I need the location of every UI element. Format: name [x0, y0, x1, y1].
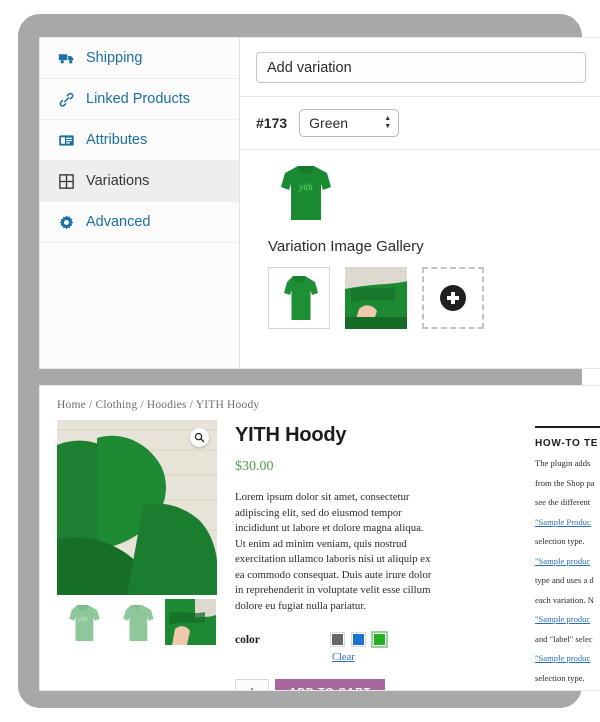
variation-main-image[interactable]: yith [276, 160, 336, 226]
chevron-updown-icon: ▲▼ [384, 116, 391, 130]
sidebar-item-linked-products[interactable]: Linked Products [40, 79, 239, 120]
color-attribute-label: color [235, 632, 330, 646]
sidebar-item-variations[interactable]: Variations [40, 161, 239, 202]
divider [535, 426, 600, 428]
color-swatches [330, 632, 387, 647]
magnifier-icon[interactable] [190, 428, 209, 447]
variation-attribute-value: Green [309, 115, 348, 131]
sample-product-link[interactable]: "Sample produc [535, 556, 590, 566]
svg-text:yith: yith [298, 182, 313, 192]
product-description: Lorem ipsum dolor sit amet, consectetur … [235, 490, 435, 614]
how-to-text: type and uses a d [535, 575, 600, 587]
variation-gallery-title: Variation Image Gallery [268, 238, 600, 255]
how-to-paragraph: from the Shop pa [535, 478, 600, 490]
variation-row: #173 Green ▲▼ [240, 97, 600, 150]
thumbnail-fabric-closeup[interactable] [165, 599, 216, 645]
add-to-cart-button[interactable]: ADD TO CART [275, 679, 385, 690]
add-variation-select[interactable]: Add variation [256, 52, 586, 83]
sample-product-link[interactable]: "Sample produc [535, 653, 590, 663]
swatch-blue[interactable] [351, 632, 366, 647]
how-to-text: and "label" selec [535, 634, 600, 646]
sample-product-link[interactable]: "Sample Produc [535, 517, 591, 527]
product-thumbnails: yith [57, 599, 217, 645]
add-variation-row: Add variation [240, 38, 600, 97]
gear-icon [58, 214, 75, 231]
variation-gallery [268, 267, 600, 329]
sidebar-item-attributes[interactable]: Attributes [40, 120, 239, 161]
breadcrumb[interactable]: Home / Clothing / Hoodies / YITH Hoody [40, 386, 600, 420]
add-variation-label: Add variation [267, 60, 352, 76]
variation-id: #173 [256, 115, 287, 131]
sidebar-item-label: Shipping [86, 50, 142, 66]
how-to-text: selection type. [535, 536, 600, 548]
how-to-text: each variation. N [535, 595, 600, 607]
sample-product-link[interactable]: "Sample produc [535, 614, 590, 624]
thumbnail-hoodie-front[interactable]: yith [57, 599, 108, 645]
how-to-paragraph: The plugin adds [535, 458, 600, 470]
how-to-paragraph: see the different [535, 497, 600, 509]
link-icon [58, 91, 75, 108]
attributes-icon [58, 132, 75, 149]
product-main-image[interactable] [57, 420, 217, 595]
sidebar-item-advanced[interactable]: Advanced [40, 202, 239, 243]
how-to-test-sidebar: HOW-TO TE The plugin adds from the Shop … [535, 426, 600, 690]
plus-icon [440, 285, 466, 311]
sidebar-item-label: Attributes [86, 132, 147, 148]
variations-content: Add variation #173 Green ▲▼ yith Variati… [240, 38, 600, 368]
thumbnail-hoodie-back[interactable] [111, 599, 162, 645]
svg-text:yith: yith [77, 617, 87, 623]
sidebar-item-shipping[interactable]: Shipping [40, 38, 239, 79]
gallery-add-image-button[interactable] [422, 267, 484, 329]
swatch-gray[interactable] [330, 632, 345, 647]
sidebar-item-label: Linked Products [86, 91, 190, 107]
quantity-input[interactable]: 1 [235, 679, 269, 690]
sidebar-item-label: Variations [86, 173, 149, 189]
gallery-thumb-hoodie[interactable] [268, 267, 330, 329]
product-data-panel: Shipping Linked Products Attributes Vari… [40, 38, 600, 368]
variation-attribute-select[interactable]: Green ▲▼ [299, 109, 399, 137]
gallery-thumb-fabric[interactable] [345, 267, 407, 329]
variation-body: yith Variation Image Gallery [240, 150, 600, 329]
how-to-text: selection type. [535, 673, 600, 685]
swatch-green[interactable] [372, 632, 387, 647]
truck-icon [58, 50, 75, 67]
how-to-test-title: HOW-TO TE [535, 438, 600, 449]
storefront-preview-panel: Home / Clothing / Hoodies / YITH Hoody [40, 386, 600, 690]
product-data-tabs: Shipping Linked Products Attributes Vari… [40, 38, 240, 368]
product-layout: yith [40, 420, 600, 690]
product-gallery: yith [57, 420, 217, 690]
sidebar-item-label: Advanced [86, 214, 151, 230]
grid-icon [58, 173, 75, 190]
